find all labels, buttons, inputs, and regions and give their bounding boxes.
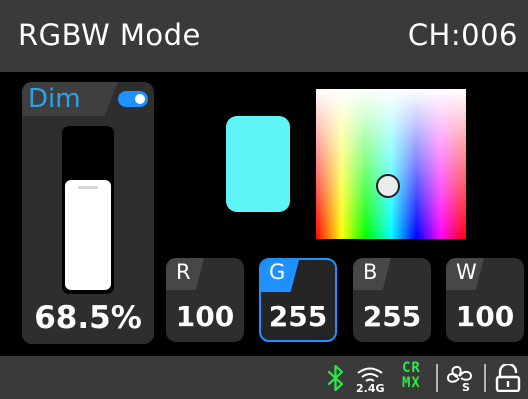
saturation-gradient	[316, 89, 466, 239]
toggle-knob	[135, 94, 145, 104]
channel-value: 100	[455, 300, 515, 333]
wifi-2.4g-icon: 2.4G	[356, 367, 385, 392]
channel-card-r[interactable]: R 100	[166, 258, 244, 342]
wifi-band-label: 2.4G	[356, 382, 385, 392]
crmx-line-2: MX	[402, 375, 421, 391]
channel-card-g[interactable]: G 255	[259, 258, 337, 342]
bluetooth-icon	[327, 364, 344, 392]
dim-value: 68.5%	[34, 300, 142, 336]
channel-card-b[interactable]: B 255	[353, 258, 431, 342]
status-separator	[436, 364, 438, 392]
fan-mode-label: S	[462, 381, 470, 392]
crmx-line-1: CR	[402, 360, 421, 376]
channel-letter: B	[363, 260, 378, 284]
channel-value: 255	[362, 300, 422, 333]
channel-letter: G	[269, 260, 286, 284]
dim-panel: Dim 68.5%	[22, 82, 154, 344]
dim-slider-fill[interactable]	[65, 180, 111, 290]
channel-card-w[interactable]: W 100	[446, 258, 524, 342]
status-bar: 2.4G CR MX S	[0, 356, 528, 399]
channel-letter: W	[456, 260, 477, 284]
channel-value: 100	[175, 300, 235, 333]
dim-label: Dim	[28, 84, 81, 114]
color-preview-swatch	[226, 116, 290, 212]
dim-slider-handle[interactable]	[78, 186, 98, 189]
dim-toggle[interactable]	[118, 91, 148, 107]
dim-tab: Dim	[22, 82, 118, 116]
mode-title: RGBW Mode	[18, 18, 201, 52]
channel-tab: R	[166, 258, 204, 290]
channel-tab: G	[261, 260, 299, 292]
header-bar: RGBW Mode CH:006	[0, 0, 528, 72]
channel-tab: B	[353, 258, 391, 290]
status-separator	[484, 364, 486, 392]
color-picker-cursor[interactable]	[376, 174, 400, 198]
channel-tab: W	[446, 258, 484, 290]
color-picker[interactable]	[316, 89, 466, 239]
crmx-icon: CR MX	[402, 361, 421, 391]
channel-indicator[interactable]: CH:006	[408, 18, 518, 52]
lock-icon[interactable]	[494, 364, 522, 392]
channel-value: 255	[268, 300, 328, 333]
channel-letter: R	[176, 260, 191, 284]
fan-icon: S	[446, 365, 473, 392]
